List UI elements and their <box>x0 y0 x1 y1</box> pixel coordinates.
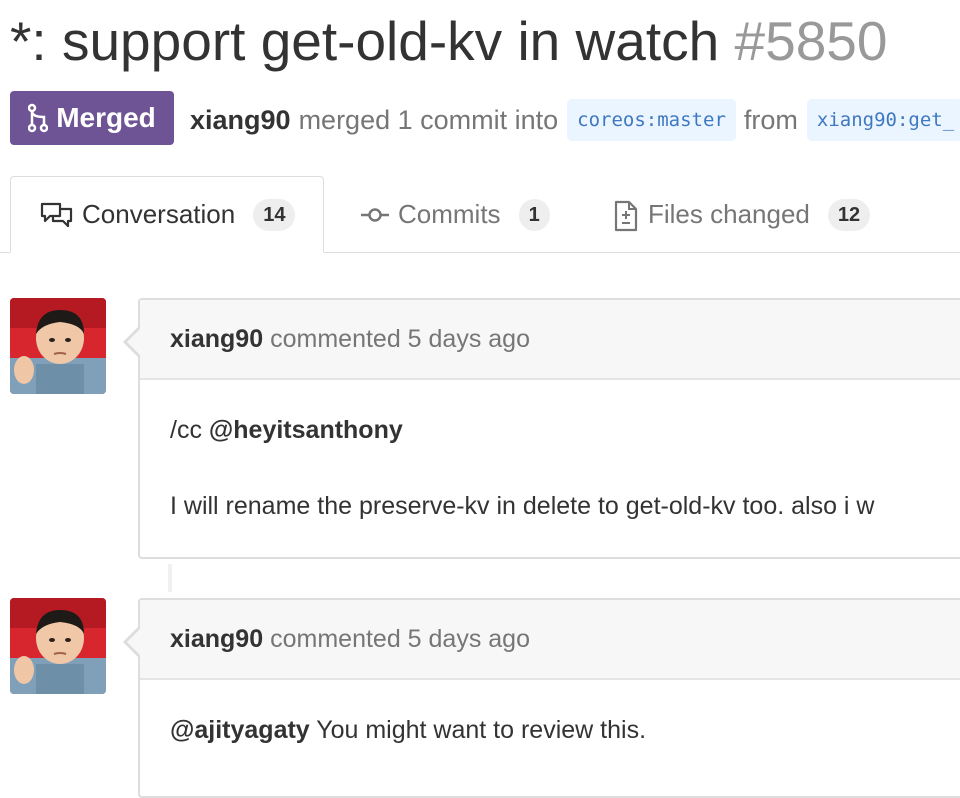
comment-text: You might want to review this. <box>309 716 647 744</box>
comment-line: @ajityagaty You might want to review thi… <box>170 716 646 745</box>
head-branch[interactable]: xiang90:get_ <box>806 99 960 141</box>
pr-title-text: *: support get-old-kv in watch <box>10 10 720 72</box>
merge-summary: merged 1 commit into <box>298 104 559 135</box>
comment-line: I will rename the preserve-kv in delete … <box>170 492 875 520</box>
comment-line: /cc @heyitsanthony <box>170 416 403 445</box>
pr-meta: xiang90 merged 1 commit into coreos:mast… <box>190 99 960 141</box>
tab-counter: 1 <box>518 198 550 231</box>
comment-discussion-icon <box>40 200 82 230</box>
file-diff-icon <box>612 197 648 233</box>
tab-commits[interactable]: Commits 1 <box>360 176 550 253</box>
tab-conversation[interactable]: Conversation 14 <box>10 176 324 253</box>
tab-counter: 12 <box>827 198 871 231</box>
comment-timestamp[interactable]: commented 5 days ago <box>270 325 530 354</box>
comment-caret-fill <box>127 628 141 656</box>
comment-author[interactable]: xiang90 <box>170 625 263 654</box>
user-mention[interactable]: @ajityagaty <box>170 716 310 744</box>
user-mention[interactable]: @heyitsanthony <box>209 416 403 444</box>
comment-text: /cc <box>170 416 209 444</box>
base-branch[interactable]: coreos:master <box>567 99 736 141</box>
tab-label: Files changed <box>648 199 810 229</box>
tab-counter: 14 <box>253 198 296 231</box>
merged-state-badge: Merged <box>10 91 174 145</box>
author-link[interactable]: xiang90 <box>190 105 291 136</box>
tab-label: Commits <box>398 199 501 229</box>
comment-caret-fill <box>127 328 141 356</box>
from-label: from <box>743 104 798 135</box>
avatar[interactable] <box>10 298 106 394</box>
tab-label: Conversation <box>82 199 236 229</box>
timeline-connector <box>168 564 172 592</box>
tab-files-changed[interactable]: Files changed 12 <box>612 176 871 253</box>
git-commit-icon <box>360 205 398 225</box>
state-label: Merged <box>56 102 156 133</box>
comment-timestamp[interactable]: commented 5 days ago <box>270 625 530 654</box>
comment-author[interactable]: xiang90 <box>170 325 263 354</box>
pr-title: *: support get-old-kv in watch #5850 <box>10 4 887 78</box>
git-merge-icon <box>28 103 49 133</box>
comment: xiang90 commented 5 days ago @ajityagaty… <box>123 598 960 798</box>
pr-number: #5850 <box>734 10 888 72</box>
comment: xiang90 commented 5 days ago /cc @heyits… <box>123 298 960 559</box>
avatar[interactable] <box>10 598 106 694</box>
comment-header: xiang90 commented 5 days ago <box>140 600 960 680</box>
comment-header: xiang90 commented 5 days ago <box>140 300 960 380</box>
